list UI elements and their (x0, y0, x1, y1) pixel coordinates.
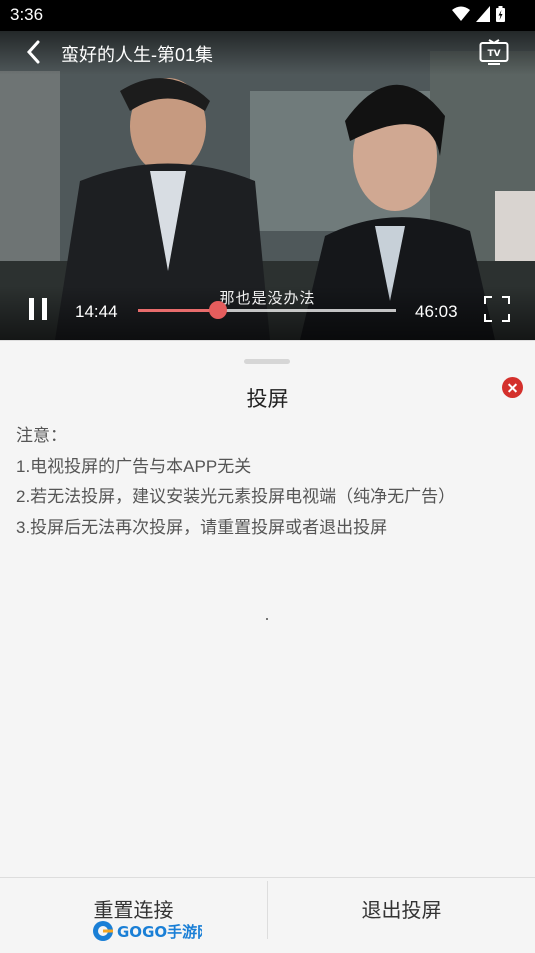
note-item: 1.电视投屏的广告与本APP无关 (16, 456, 252, 476)
progress-played (138, 309, 218, 312)
note-item: 3.投屏后无法再次投屏，请重置投屏或者退出投屏 (16, 517, 388, 537)
note-item: 2.若无法投屏，建议安装光元素投屏电视端（纯净无广告） (16, 487, 456, 506)
status-time: 3:36 (10, 5, 44, 24)
progress-thumb[interactable] (208, 301, 227, 319)
battery-icon (496, 6, 505, 22)
duration: 46:03 (415, 302, 458, 321)
sheet-title: 投屏 (246, 388, 289, 411)
progress-bar[interactable] (138, 301, 396, 319)
video-title: 蛮好的人生-第01集 (61, 45, 214, 65)
svg-text:TV: TV (487, 49, 500, 59)
exit-cast-button[interactable]: 退出投屏 (268, 878, 535, 939)
signal-icon (476, 6, 490, 22)
cast-notes: 注意： 1.电视投屏的广告与本APP无关 2.若无法投屏，建议安装光元素投屏电视… (16, 421, 455, 543)
status-bar: 3:36 (0, 0, 535, 31)
wifi-icon (452, 6, 470, 21)
status-icons (452, 6, 505, 22)
watermark-logo: GOGO手游网 (93, 921, 202, 941)
chevron-left-icon[interactable] (22, 39, 48, 65)
sheet-drag-handle[interactable] (244, 359, 290, 364)
current-time: 14:44 (75, 302, 118, 321)
fullscreen-icon[interactable] (484, 296, 510, 322)
close-icon[interactable] (502, 377, 523, 398)
svg-text:GOGO手游网: GOGO手游网 (117, 923, 202, 941)
sheet-footer: 重置连接 退出投屏 GOGO手游网 (0, 877, 535, 953)
video-player[interactable]: 蛮好的人生-第01集 TV 那也是没办法 14:44 46:03 (0, 31, 535, 340)
cast-sheet: 投屏 注意： 1.电视投屏的广告与本APP无关 2.若无法投屏，建议安装光元素投… (0, 340, 535, 953)
note-heading: 注意： (16, 426, 67, 445)
loading-dot (266, 618, 268, 620)
tv-icon[interactable]: TV (479, 39, 509, 65)
pause-icon[interactable] (27, 298, 49, 320)
